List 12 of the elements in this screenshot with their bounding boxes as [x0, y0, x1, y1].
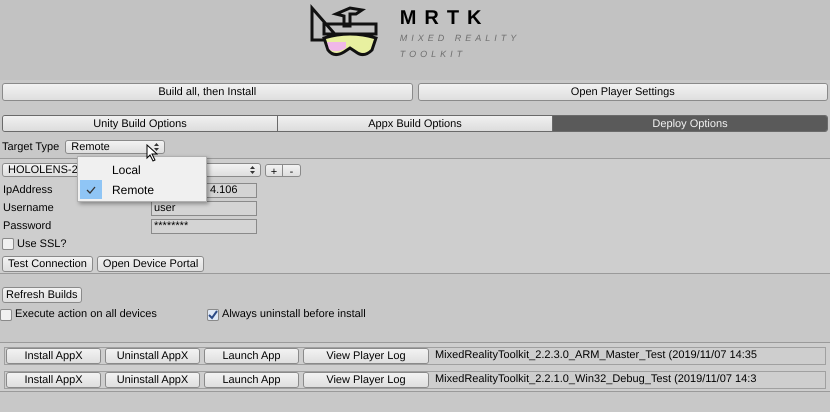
field-label: Password [3, 220, 52, 232]
logo-subtitle: MIXED REALITY [400, 32, 520, 45]
checkbox-label: Execute action on all devices [15, 307, 157, 322]
checkbox-label: Use SSL? [17, 236, 67, 252]
target-type-label: Target Type [2, 140, 60, 155]
build-name: MixedRealityToolkit_2.2.1.0_Win32_Debug_Test (2019/11/07 14:3 [434, 372, 756, 388]
field-label: Username [3, 202, 54, 214]
build-name: MixedRealityToolkit_2.2.3.0_ARM_Master_Test (2019/11/07 14:35 [434, 348, 758, 364]
field-label: IpAddress [3, 184, 53, 196]
logo-title: MRTK [400, 6, 490, 30]
checkbox-label: Always uninstall before install [222, 307, 366, 322]
logo-subtitle: TOOLKIT [400, 48, 468, 61]
